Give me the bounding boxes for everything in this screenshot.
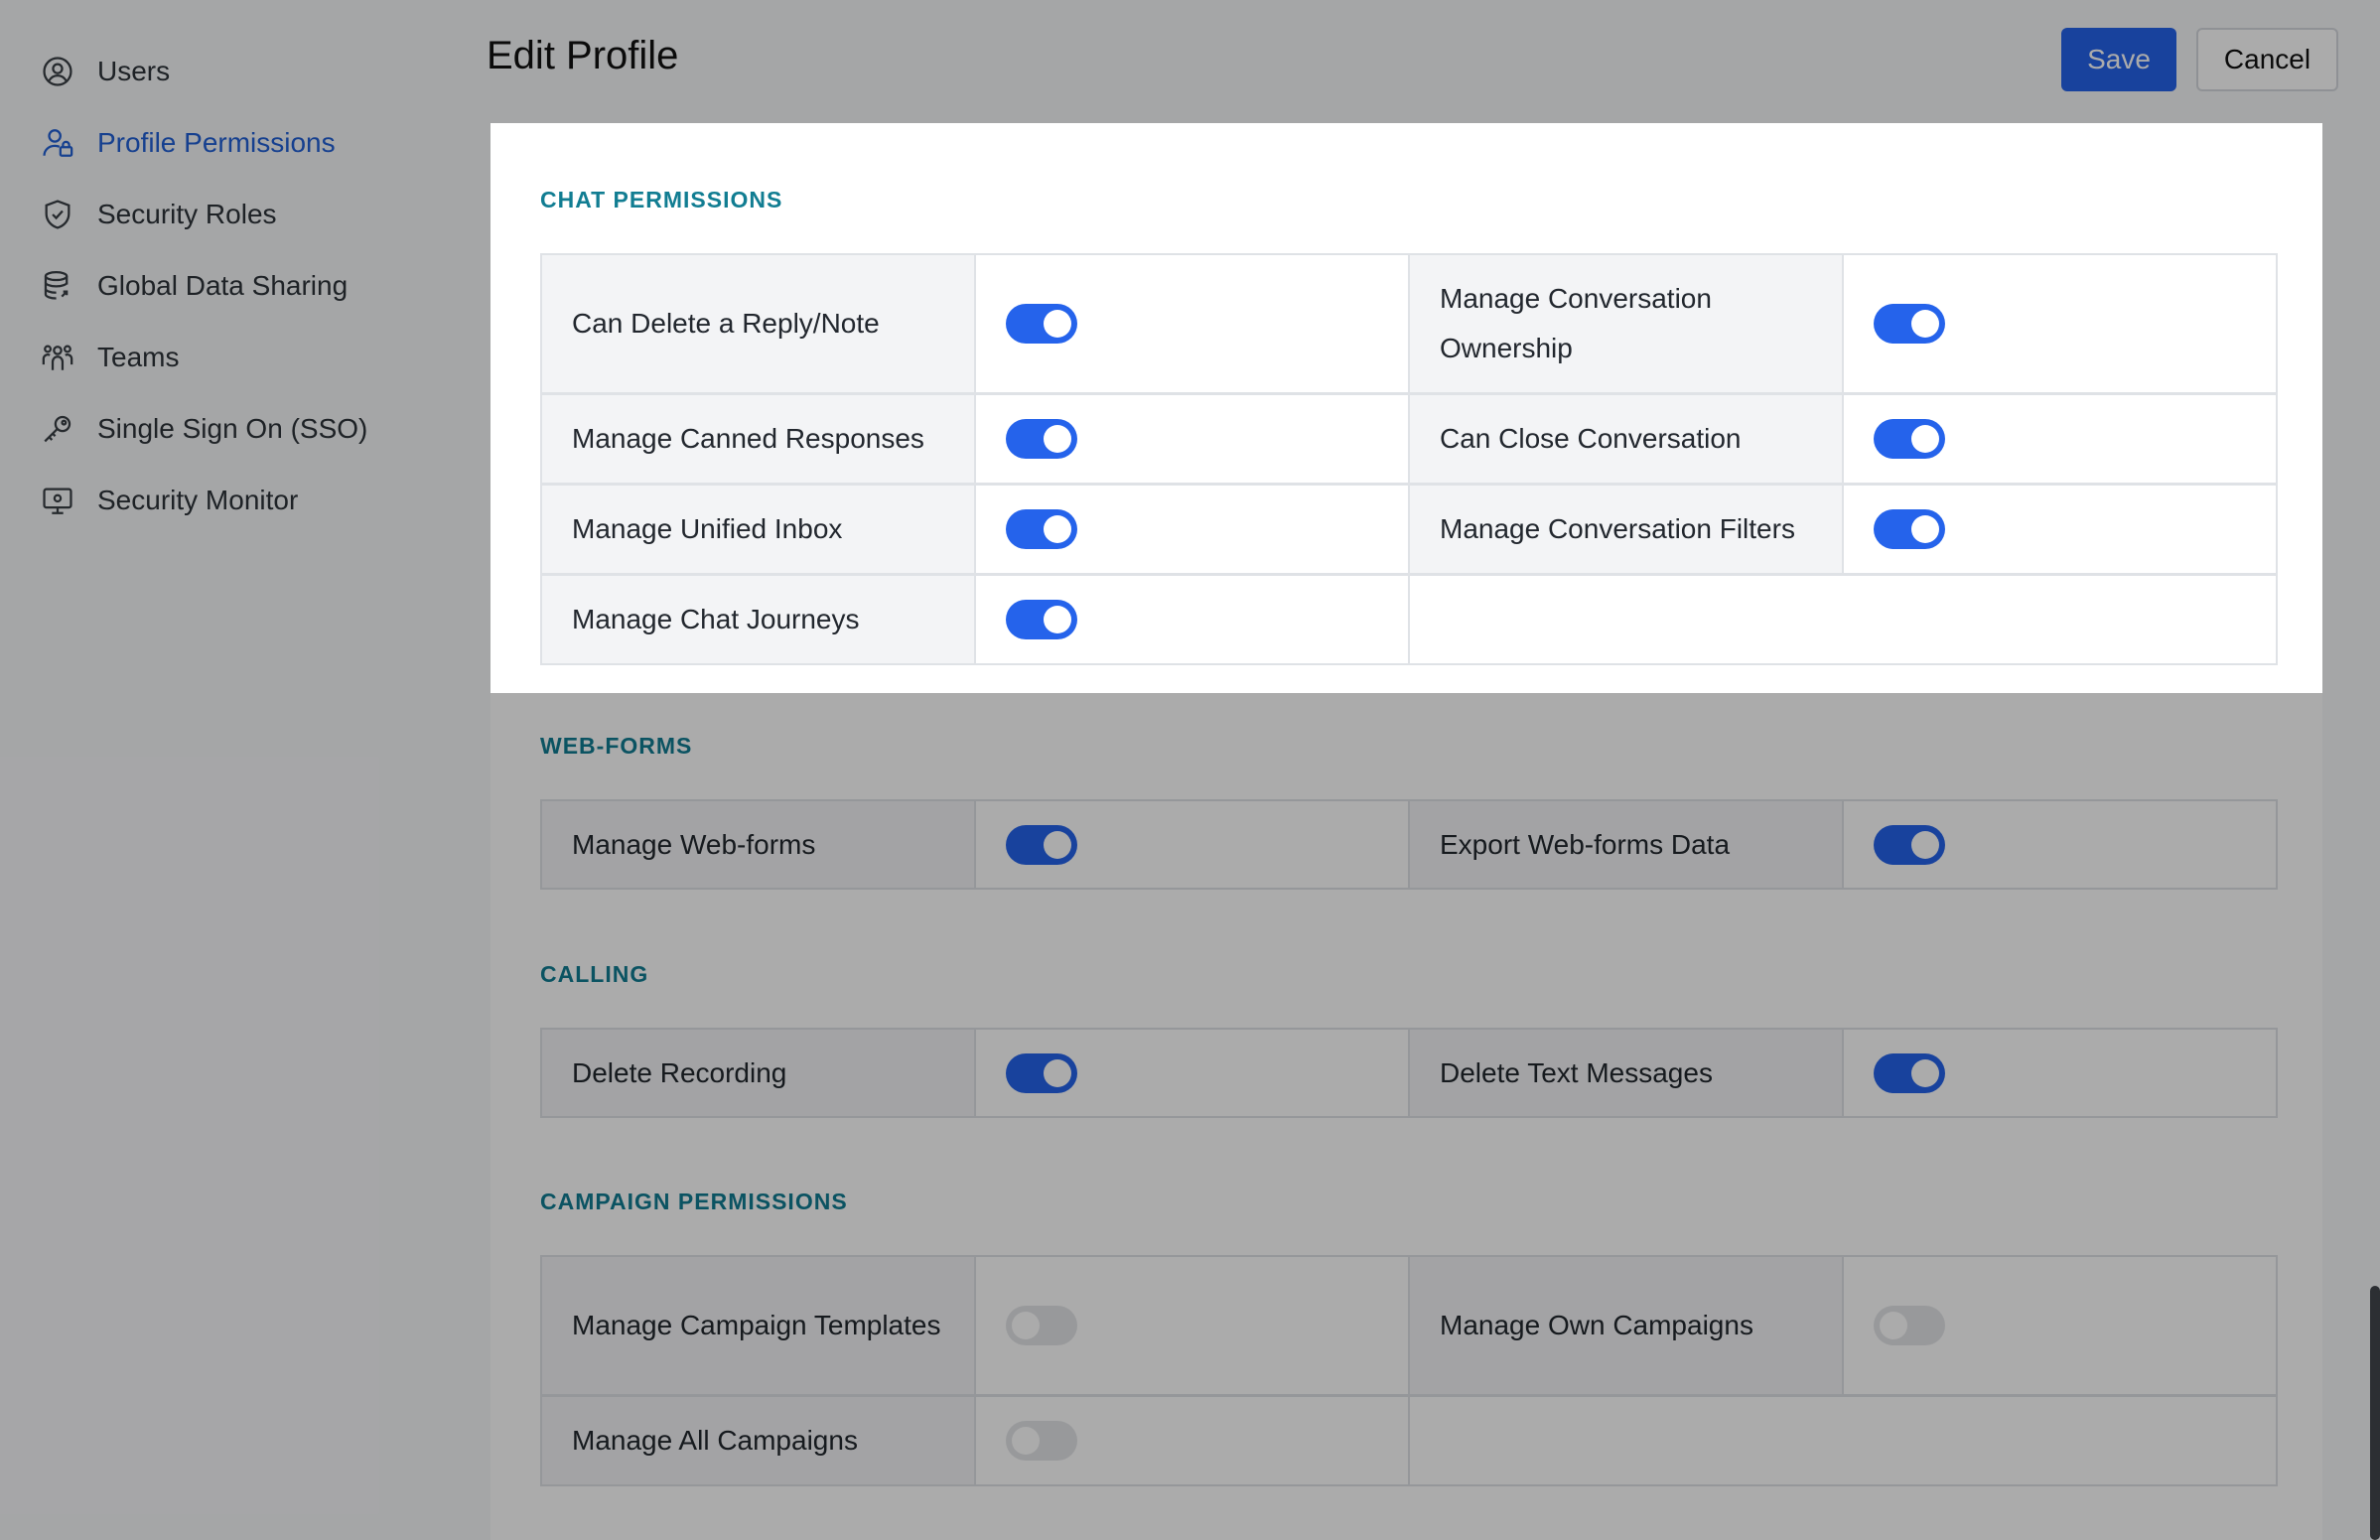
perm-toggle-cell xyxy=(1844,395,2276,486)
perm-label: Can Close Conversation xyxy=(1410,395,1844,486)
toggle-switch[interactable] xyxy=(1874,419,1945,459)
section-calling: CALLING Delete Recording Delete Text Mes… xyxy=(540,961,2278,1118)
perm-label: Manage Conversation Ownership xyxy=(1410,255,1844,395)
sidebar-item-label: Single Sign On (SSO) xyxy=(97,413,368,444)
chat-permissions-table: Can Delete a Reply/Note Manage Conversat… xyxy=(540,253,2278,665)
scrollbar[interactable] xyxy=(2370,1286,2380,1540)
sidebar-item-security-monitor[interactable]: Security Monitor xyxy=(0,465,457,536)
key-icon xyxy=(38,409,77,449)
sidebar: Users Profile Permissions Security Roles… xyxy=(0,0,457,1540)
section-title: CAMPAIGN PERMISSIONS xyxy=(540,1189,848,1214)
toggle-switch[interactable] xyxy=(1006,1306,1077,1345)
empty-cell xyxy=(1410,1397,2276,1484)
perm-toggle-cell xyxy=(976,1030,1410,1116)
toggle-switch[interactable] xyxy=(1874,304,1945,344)
toggle-switch[interactable] xyxy=(1006,600,1077,639)
save-button[interactable]: Save xyxy=(2061,28,2176,91)
sidebar-item-users[interactable]: Users xyxy=(0,36,457,107)
section-campaign-permissions: CAMPAIGN PERMISSIONS Manage Campaign Tem… xyxy=(540,1189,2278,1486)
section-web-forms: WEB-FORMS Manage Web-forms Export Web-fo… xyxy=(540,733,2278,890)
team-icon xyxy=(38,338,77,377)
calling-table: Delete Recording Delete Text Messages xyxy=(540,1028,2278,1118)
permissions-card: CHAT PERMISSIONS Can Delete a Reply/Note… xyxy=(490,123,2322,1540)
sidebar-item-label: Security Monitor xyxy=(97,485,299,515)
sidebar-item-label: Profile Permissions xyxy=(97,127,336,158)
empty-cell xyxy=(1410,576,2276,663)
perm-toggle-cell xyxy=(1844,801,2276,888)
section-title: CALLING xyxy=(540,961,649,987)
sidebar-item-profile-permissions[interactable]: Profile Permissions xyxy=(0,107,457,179)
monitor-icon xyxy=(38,481,77,520)
shield-check-icon xyxy=(38,195,77,234)
perm-toggle-cell xyxy=(976,576,1410,663)
sidebar-item-label: Global Data Sharing xyxy=(97,270,349,301)
toggle-switch[interactable] xyxy=(1874,1306,1945,1345)
section-chat-permissions: CHAT PERMISSIONS Can Delete a Reply/Note… xyxy=(540,187,2278,665)
toggle-switch[interactable] xyxy=(1006,824,1077,865)
app-root: Users Profile Permissions Security Roles… xyxy=(0,0,2380,1540)
perm-toggle-cell xyxy=(976,255,1410,395)
section-title: WEB-FORMS xyxy=(540,733,693,759)
web-forms-table: Manage Web-forms Export Web-forms Data xyxy=(540,799,2278,890)
main-content: Edit Profile Save Cancel CHAT PERMISSION… xyxy=(457,0,2380,1540)
perm-label: Delete Text Messages xyxy=(1410,1030,1844,1116)
toggle-switch[interactable] xyxy=(1006,1421,1077,1461)
sidebar-item-label: Security Roles xyxy=(97,199,277,229)
perm-label: Manage Chat Journeys xyxy=(542,576,976,663)
perm-toggle-cell xyxy=(1844,255,2276,395)
cancel-button[interactable]: Cancel xyxy=(2196,28,2338,91)
perm-label: Manage Unified Inbox xyxy=(542,486,976,576)
page-header: Edit Profile Save Cancel xyxy=(487,28,2380,91)
perm-toggle-cell xyxy=(976,801,1410,888)
sidebar-item-sso[interactable]: Single Sign On (SSO) xyxy=(0,393,457,465)
user-circle-icon xyxy=(38,52,77,91)
perm-toggle-cell xyxy=(1844,1257,2276,1397)
sidebar-item-teams[interactable]: Teams xyxy=(0,322,457,393)
perm-toggle-cell xyxy=(1844,486,2276,576)
page-title: Edit Profile xyxy=(487,34,679,77)
toggle-switch[interactable] xyxy=(1006,419,1077,459)
perm-toggle-cell xyxy=(976,486,1410,576)
perm-label: Manage Conversation Filters xyxy=(1410,486,1844,576)
campaign-permissions-table: Manage Campaign Templates Manage Own Cam… xyxy=(540,1255,2278,1486)
perm-label: Export Web-forms Data xyxy=(1410,801,1844,888)
toggle-switch[interactable] xyxy=(1874,1052,1945,1093)
perm-label: Manage Own Campaigns xyxy=(1410,1257,1844,1397)
user-lock-icon xyxy=(38,123,77,163)
perm-toggle-cell xyxy=(976,1397,1410,1484)
perm-label: Manage Canned Responses xyxy=(542,395,976,486)
toggle-switch[interactable] xyxy=(1006,304,1077,344)
sidebar-item-label: Teams xyxy=(97,342,180,372)
perm-label: Manage Web-forms xyxy=(542,801,976,888)
perm-label: Manage All Campaigns xyxy=(542,1397,976,1484)
perm-label: Delete Recording xyxy=(542,1030,976,1116)
sidebar-item-global-data-sharing[interactable]: Global Data Sharing xyxy=(0,250,457,322)
toggle-switch[interactable] xyxy=(1006,1052,1077,1093)
toggle-switch[interactable] xyxy=(1874,824,1945,865)
toggle-switch[interactable] xyxy=(1006,509,1077,549)
perm-toggle-cell xyxy=(1844,1030,2276,1116)
sidebar-item-label: Users xyxy=(97,56,171,86)
perm-label: Manage Campaign Templates xyxy=(542,1257,976,1397)
toggle-switch[interactable] xyxy=(1874,509,1945,549)
perm-label: Can Delete a Reply/Note xyxy=(542,255,976,395)
section-title: CHAT PERMISSIONS xyxy=(540,187,783,212)
perm-toggle-cell xyxy=(976,395,1410,486)
database-share-icon xyxy=(38,266,77,306)
sidebar-item-security-roles[interactable]: Security Roles xyxy=(0,179,457,250)
perm-toggle-cell xyxy=(976,1257,1410,1397)
